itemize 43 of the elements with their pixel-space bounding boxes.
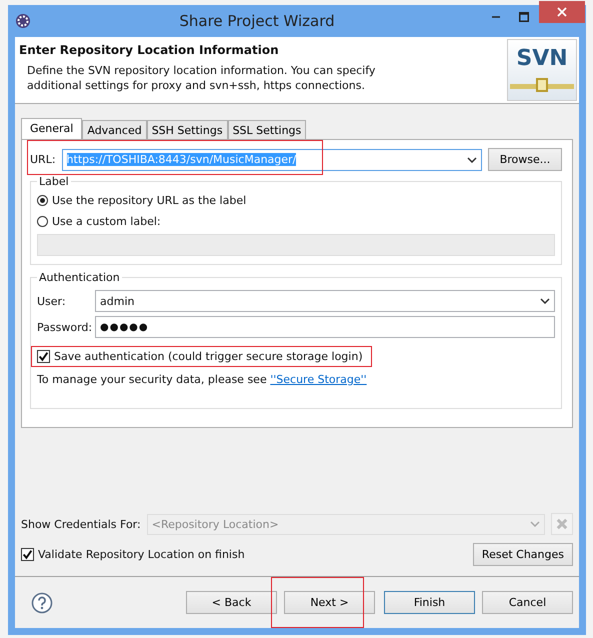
- close-button[interactable]: [539, 1, 585, 23]
- maximize-icon: [519, 12, 529, 22]
- radio-button[interactable]: [37, 195, 48, 206]
- checkbox[interactable]: [21, 548, 34, 561]
- option-label: Use the repository URL as the label: [52, 194, 246, 207]
- browse-button[interactable]: Browse...: [488, 148, 562, 171]
- page-description: Define the SVN repository location information. You can specify additional settings for proxy and svn+ssh, https connections.: [27, 63, 376, 93]
- security-note: To manage your security data, please see ''Secure Storage'': [37, 373, 368, 386]
- gear-icon: [15, 13, 31, 29]
- chevron-icon: [530, 521, 540, 527]
- credentials-label: Show Credentials For:: [21, 518, 141, 530]
- svn-logo: SVN: [507, 39, 577, 101]
- wizard-button[interactable]: Cancel: [482, 591, 573, 614]
- tab[interactable]: SSH Settings: [146, 120, 228, 139]
- checkbox-label: Save authentication (could trigger secure storage login): [54, 350, 363, 363]
- wizard-button[interactable]: Next >: [284, 591, 375, 614]
- reset-changes-button[interactable]: Reset Changes: [472, 543, 573, 566]
- group-title: Authentication: [38, 271, 121, 284]
- chevron-icon: [540, 298, 550, 304]
- tab[interactable]: SSL Settings: [228, 120, 306, 139]
- wizard-button[interactable]: < Back: [186, 591, 277, 614]
- password-field[interactable]: ●●●●●: [95, 316, 555, 338]
- tab[interactable]: General: [21, 118, 82, 139]
- user-field[interactable]: admin: [95, 290, 555, 312]
- checkbox-label: Validate Repository Location on finish: [38, 548, 245, 561]
- help-icon[interactable]: [31, 592, 53, 614]
- page-title: Enter Repository Location Information: [19, 43, 280, 57]
- close-icon: [556, 518, 568, 530]
- close-icon: [557, 7, 567, 17]
- tab[interactable]: Advanced: [82, 120, 147, 139]
- wizard-button[interactable]: Finish: [384, 591, 475, 614]
- user-label: User:: [37, 294, 67, 308]
- checkbox[interactable]: [37, 350, 50, 363]
- url-label: URL:: [30, 153, 56, 166]
- password-label: Password:: [37, 320, 94, 334]
- custom-label-field[interactable]: [37, 234, 555, 256]
- minimize-icon: [492, 16, 500, 18]
- secure-storage-link[interactable]: ''Secure Storage'': [270, 373, 367, 386]
- window-title: Share Project Wizard: [178, 12, 336, 30]
- chevron-icon: [467, 156, 477, 162]
- option-label: Use a custom label:: [52, 215, 161, 228]
- group-title: Label: [38, 175, 70, 188]
- radio-button[interactable]: [37, 216, 48, 227]
